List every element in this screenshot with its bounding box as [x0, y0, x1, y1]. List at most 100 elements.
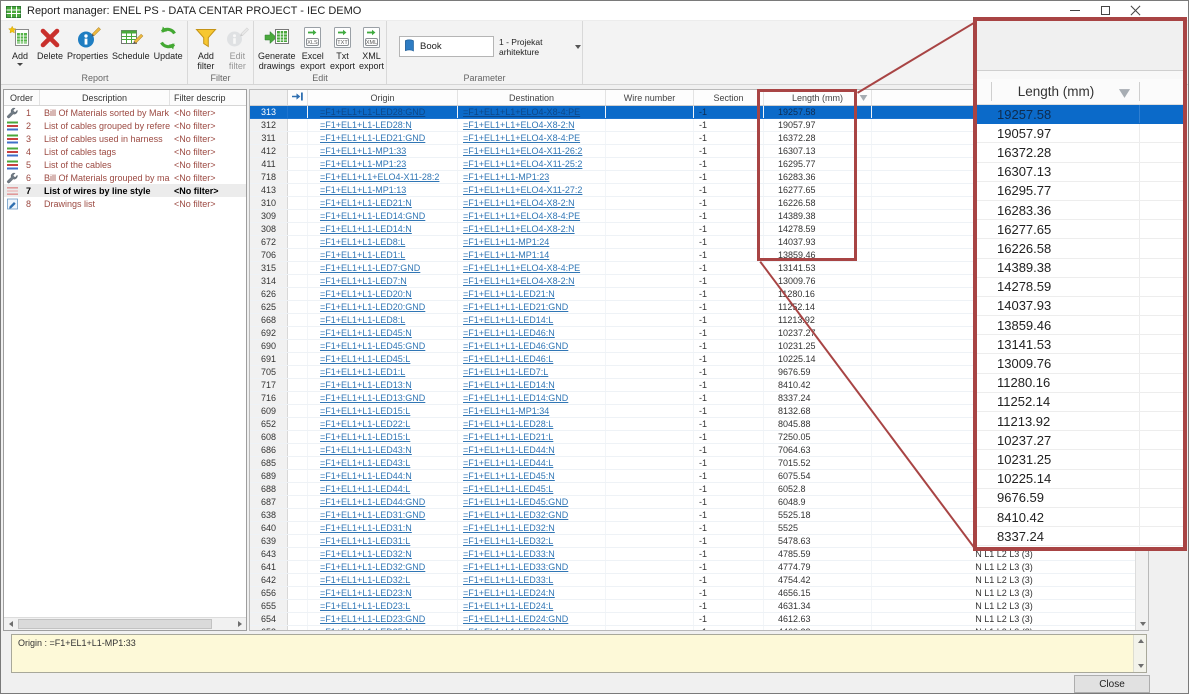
component-link[interactable]: =F1+EL1+L1+ELO4-X11-26:2	[463, 146, 582, 156]
component-link[interactable]: =F1+EL1+L1-LED33:L	[463, 575, 553, 585]
component-link[interactable]: =F1+EL1+L1+ELO4-X8-2:N	[463, 224, 575, 234]
component-link[interactable]: =F1+EL1+L1-LED44:L	[463, 458, 553, 468]
column-header-description[interactable]: Description	[40, 90, 170, 105]
scroll-down-button[interactable]	[1136, 618, 1149, 630]
component-link[interactable]: =F1+EL1+L1-LED24:L	[463, 601, 553, 611]
report-list-item[interactable]: 6Bill Of Materials grouped by manuf...<N…	[4, 171, 246, 184]
component-link[interactable]: =F1+EL1+L1-LED15:L	[320, 432, 410, 442]
add-button[interactable]: Add	[5, 23, 35, 67]
component-link[interactable]: =F1+EL1+L1-MP1:13	[320, 185, 406, 195]
component-link[interactable]: =F1+EL1+L1-LED31:L	[320, 536, 410, 546]
component-link[interactable]: =F1+EL1+L1-LED22:L	[320, 419, 410, 429]
component-link[interactable]: =F1+EL1+L1-LED45:L	[463, 484, 553, 494]
component-link[interactable]: =F1+EL1+L1+ELO4-X11-27:2	[463, 185, 582, 195]
component-link[interactable]: =F1+EL1+L1-LED14:GND	[320, 211, 425, 221]
component-link[interactable]: =F1+EL1+L1-LED14:N	[320, 224, 412, 234]
component-link[interactable]: =F1+EL1+L1-LED45:N	[463, 471, 555, 481]
scroll-left-button[interactable]	[4, 618, 17, 630]
column-header-order[interactable]: Order	[4, 90, 40, 105]
component-link[interactable]: =F1+EL1+L1-LED28:L	[463, 419, 553, 429]
column-header-origin[interactable]: Origin	[308, 90, 458, 105]
component-link[interactable]: =F1+EL1+L1-LED32:N	[463, 523, 555, 533]
component-link[interactable]: =F1+EL1+L1-LED13:GND	[320, 393, 425, 403]
component-link[interactable]: =F1+EL1+L1-MP1:24	[463, 237, 549, 247]
component-link[interactable]: =F1+EL1+L1-LED21:GND	[463, 302, 568, 312]
component-link[interactable]: =F1+EL1+L1-MP1:33	[320, 146, 406, 156]
component-link[interactable]: =F1+EL1+L1+ELO4-X8-4:PE	[463, 133, 580, 143]
component-link[interactable]: =F1+EL1+L1-LED24:N	[463, 588, 555, 598]
close-button[interactable]: Close	[1074, 675, 1150, 693]
component-link[interactable]: =F1+EL1+L1-LED14:L	[463, 315, 553, 325]
component-link[interactable]: =F1+EL1+L1-MP1:34	[463, 406, 549, 416]
component-link[interactable]: =F1+EL1+L1-LED15:L	[320, 406, 410, 416]
component-link[interactable]: =F1+EL1+L1-LED26:N	[463, 627, 555, 631]
component-link[interactable]: =F1+EL1+L1-LED33:GND	[463, 562, 568, 572]
component-link[interactable]: =F1+EL1+L1-LED21:L	[463, 432, 553, 442]
component-link[interactable]: =F1+EL1+L1-LED14:N	[463, 380, 555, 390]
component-link[interactable]: =F1+EL1+L1-LED46:GND	[463, 341, 568, 351]
report-list-item[interactable]: 8Drawings list<No filter>	[4, 197, 246, 210]
component-link[interactable]: =F1+EL1+L1-LED32:GND	[463, 510, 568, 520]
column-header-section[interactable]: Section	[694, 90, 764, 105]
add-filter-button[interactable]: Add filter	[190, 23, 222, 72]
component-link[interactable]: =F1+EL1+L1-LED45:L	[320, 354, 410, 364]
book-field[interactable]: Book	[399, 36, 494, 57]
component-link[interactable]: =F1+EL1+L1+ELO4-X11-28:2	[320, 172, 439, 182]
component-link[interactable]: =F1+EL1+L1-LED23:N	[320, 588, 412, 598]
project-selector[interactable]: 1 - Projekat arhitekture	[499, 36, 581, 57]
report-list-item[interactable]: 5List of the cables<No filter>	[4, 158, 246, 171]
component-link[interactable]: =F1+EL1+L1+ELO4-X8-4:PE	[463, 263, 580, 273]
component-link[interactable]: =F1+EL1+L1-LED7:N	[320, 276, 407, 286]
component-link[interactable]: =F1+EL1+L1-LED31:N	[320, 523, 412, 533]
component-link[interactable]: =F1+EL1+L1-LED1:L	[320, 367, 405, 377]
component-link[interactable]: =F1+EL1+L1+ELO4-X8-4:PE	[463, 107, 580, 117]
component-link[interactable]: =F1+EL1+L1-LED46:N	[463, 328, 555, 338]
component-link[interactable]: =F1+EL1+L1-LED45:GND	[463, 497, 568, 507]
component-link[interactable]: =F1+EL1+L1-LED44:L	[320, 484, 410, 494]
component-link[interactable]: =F1+EL1+L1-LED28:N	[320, 120, 412, 130]
wire-row[interactable]: 641=F1+EL1+L1-LED32:GND=F1+EL1+L1-LED33:…	[250, 561, 1137, 574]
component-link[interactable]: =F1+EL1+L1-MP1:14	[463, 250, 549, 260]
component-link[interactable]: =F1+EL1+L1-LED24:GND	[463, 614, 568, 624]
scroll-right-button[interactable]	[233, 618, 246, 630]
component-link[interactable]: =F1+EL1+L1-LED21:GND	[320, 133, 425, 143]
wire-row[interactable]: 642=F1+EL1+L1-LED32:L=F1+EL1+L1-LED33:L-…	[250, 574, 1137, 587]
column-header-wire-number[interactable]: Wire number	[606, 90, 694, 105]
component-link[interactable]: =F1+EL1+L1-LED1:L	[320, 250, 405, 260]
filter-triangle-icon[interactable]	[859, 94, 868, 104]
schedule-button[interactable]: Schedule	[110, 23, 152, 62]
component-link[interactable]: =F1+EL1+L1-LED8:L	[320, 315, 405, 325]
update-button[interactable]: Update	[152, 23, 185, 62]
wire-row[interactable]: 656=F1+EL1+L1-LED23:N=F1+EL1+L1-LED24:N-…	[250, 587, 1137, 600]
component-link[interactable]: =F1+EL1+L1-LED33:N	[463, 549, 555, 559]
wire-row[interactable]: 654=F1+EL1+L1-LED23:GND=F1+EL1+L1-LED24:…	[250, 613, 1137, 626]
component-link[interactable]: =F1+EL1+L1-LED45:GND	[320, 341, 425, 351]
component-link[interactable]: =F1+EL1+L1-LED44:N	[320, 471, 412, 481]
xml-export-button[interactable]: XMLXML export	[357, 23, 386, 72]
component-link[interactable]: =F1+EL1+L1-LED7:L	[463, 367, 548, 377]
properties-button[interactable]: Properties	[65, 23, 110, 62]
column-header-arrow[interactable]	[288, 90, 308, 105]
component-link[interactable]: =F1+EL1+L1-LED28:GND	[320, 107, 425, 117]
component-link[interactable]: =F1+EL1+L1-LED43:N	[320, 445, 412, 455]
report-list-item[interactable]: 7List of wires by line style<No filter>	[4, 184, 246, 197]
component-link[interactable]: =F1+EL1+L1-LED43:L	[320, 458, 410, 468]
report-list-item[interactable]: 2List of cables grouped by reference<No …	[4, 119, 246, 132]
component-link[interactable]: =F1+EL1+L1-LED23:GND	[320, 614, 425, 624]
component-link[interactable]: =F1+EL1+L1-LED21:N	[320, 198, 412, 208]
report-list-item[interactable]: 3List of cables used in harness<No filte…	[4, 132, 246, 145]
component-link[interactable]: =F1+EL1+L1+ELO4-X8-2:N	[463, 276, 575, 286]
component-link[interactable]: =F1+EL1+L1+ELO4-X8-2:N	[463, 198, 575, 208]
component-link[interactable]: =F1+EL1+L1-LED44:N	[463, 445, 555, 455]
column-header-destination[interactable]: Destination	[458, 90, 606, 105]
component-link[interactable]: =F1+EL1+L1-LED8:L	[320, 237, 405, 247]
component-link[interactable]: =F1+EL1+L1-LED21:N	[463, 289, 555, 299]
component-link[interactable]: =F1+EL1+L1-LED45:N	[320, 328, 412, 338]
component-link[interactable]: =F1+EL1+L1-LED14:GND	[463, 393, 568, 403]
component-link[interactable]: =F1+EL1+L1-LED32:L	[320, 575, 410, 585]
generate-drawings-button[interactable]: Generate drawings	[256, 23, 298, 72]
component-link[interactable]: =F1+EL1+L1-LED20:N	[320, 289, 412, 299]
component-link[interactable]: =F1+EL1+L1-LED46:L	[463, 354, 553, 364]
component-link[interactable]: =F1+EL1+L1-LED32:L	[463, 536, 553, 546]
txt-export-button[interactable]: TXTTxt export	[328, 23, 357, 72]
